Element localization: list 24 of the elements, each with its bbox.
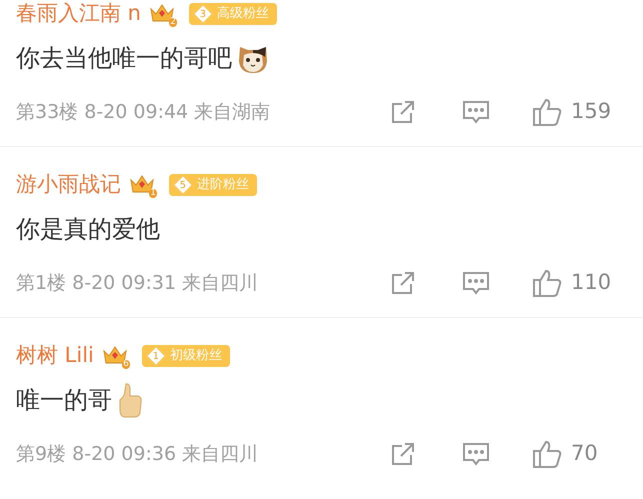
like-button[interactable]: 70 bbox=[531, 438, 627, 470]
comment-meta: 第9楼 8-20 09:36 来自四川 bbox=[16, 442, 258, 467]
share-icon[interactable] bbox=[389, 440, 417, 468]
thumbs-up-icon bbox=[531, 439, 563, 469]
like-button[interactable]: 159 bbox=[531, 96, 627, 128]
username[interactable]: 树树 Lili bbox=[16, 340, 94, 372]
like-button[interactable]: 110 bbox=[531, 267, 627, 299]
comment-icon[interactable] bbox=[461, 98, 491, 126]
fan-badge: 1 初级粉丝 bbox=[142, 345, 230, 367]
comment-meta: 第33楼 8-20 09:44 来自湖南 bbox=[16, 100, 270, 125]
comment-text: 唯一的哥 bbox=[16, 385, 112, 416]
comment-text: 你去当他唯一的哥吧 bbox=[16, 43, 232, 74]
thumbs-up-icon bbox=[531, 97, 563, 127]
comment-text: 你是真的爱他 bbox=[16, 214, 160, 245]
thumbs-up-icon bbox=[531, 268, 563, 298]
share-icon[interactable] bbox=[389, 98, 417, 126]
share-icon[interactable] bbox=[389, 269, 417, 297]
comment-meta: 第1楼 8-20 09:31 来自四川 bbox=[16, 270, 258, 296]
fan-badge: 5 进阶粉丝 bbox=[169, 174, 257, 196]
username[interactable]: 游小雨战记 bbox=[16, 169, 121, 201]
comment-icon[interactable] bbox=[461, 440, 491, 468]
username[interactable]: 春雨入江南 n bbox=[16, 0, 141, 30]
comment-icon[interactable] bbox=[461, 269, 491, 297]
fan-badge: 3 高级粉丝 bbox=[189, 3, 277, 25]
